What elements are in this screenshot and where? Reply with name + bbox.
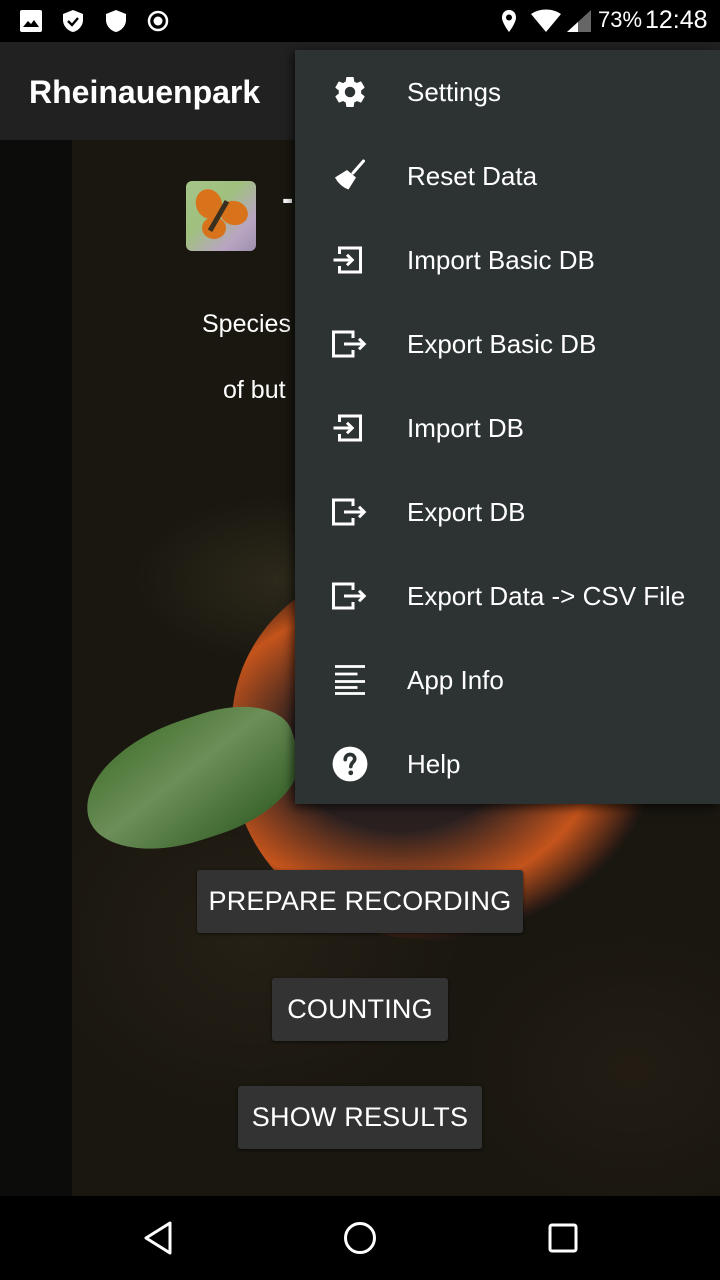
menu-item-label: Reset Data	[407, 160, 538, 191]
menu-item-settings[interactable]: Settings	[295, 50, 720, 134]
menu-item-label: Import DB	[407, 412, 525, 443]
overflow-menu: Settings Reset Data Import Basic DB Expo…	[295, 50, 720, 804]
image-icon	[19, 9, 43, 33]
menu-item-app-info[interactable]: App Info	[295, 638, 720, 722]
page-heading: -	[282, 180, 294, 218]
menu-item-label: Help	[407, 748, 461, 779]
menu-item-label: Export Basic DB	[407, 328, 597, 359]
record-icon	[146, 9, 170, 33]
recents-icon[interactable]	[543, 1218, 583, 1258]
intro-text-line-1: Species	[202, 310, 291, 338]
import-icon	[330, 240, 370, 280]
show-results-button[interactable]: SHOW RESULTS	[238, 1086, 482, 1149]
wifi-icon	[530, 9, 562, 33]
app-title: Rheinauenpark	[29, 74, 261, 110]
menu-item-import-db[interactable]: Import DB	[295, 386, 720, 470]
status-bar: 73% 12:48	[0, 0, 720, 42]
import-icon	[330, 408, 370, 448]
help-circle-icon	[330, 744, 370, 784]
location-icon	[497, 9, 521, 33]
text-lines-icon	[330, 660, 370, 700]
navigation-bar	[0, 1196, 720, 1280]
menu-item-reset-data[interactable]: Reset Data	[295, 134, 720, 218]
menu-item-label: Export DB	[407, 496, 526, 527]
menu-item-import-basic-db[interactable]: Import Basic DB	[295, 218, 720, 302]
export-icon	[330, 324, 370, 364]
clock: 12:48	[645, 6, 708, 34]
menu-item-export-csv[interactable]: Export Data -> CSV File	[295, 554, 720, 638]
export-icon	[330, 492, 370, 532]
cell-signal-icon	[566, 9, 592, 33]
shield-check-icon	[61, 9, 85, 33]
battery-percentage: 73%	[598, 7, 643, 32]
home-icon[interactable]	[340, 1218, 380, 1258]
menu-item-label: App Info	[407, 664, 504, 695]
back-icon[interactable]	[138, 1218, 178, 1258]
menu-item-export-basic-db[interactable]: Export Basic DB	[295, 302, 720, 386]
menu-item-help[interactable]: Help	[295, 722, 720, 806]
menu-item-label: Import Basic DB	[407, 244, 595, 275]
menu-item-label: Settings	[407, 76, 501, 107]
menu-item-export-db[interactable]: Export DB	[295, 470, 720, 554]
gear-icon	[330, 72, 370, 112]
app-logo-butterfly	[186, 181, 256, 251]
prepare-recording-button[interactable]: PREPARE RECORDING	[197, 870, 523, 933]
shield-icon	[104, 9, 128, 33]
counting-button[interactable]: COUNTING	[272, 978, 448, 1041]
intro-text-line-2: of but	[223, 376, 286, 404]
export-icon	[330, 576, 370, 616]
menu-item-label: Export Data -> CSV File	[407, 580, 686, 611]
broom-icon	[330, 156, 370, 196]
